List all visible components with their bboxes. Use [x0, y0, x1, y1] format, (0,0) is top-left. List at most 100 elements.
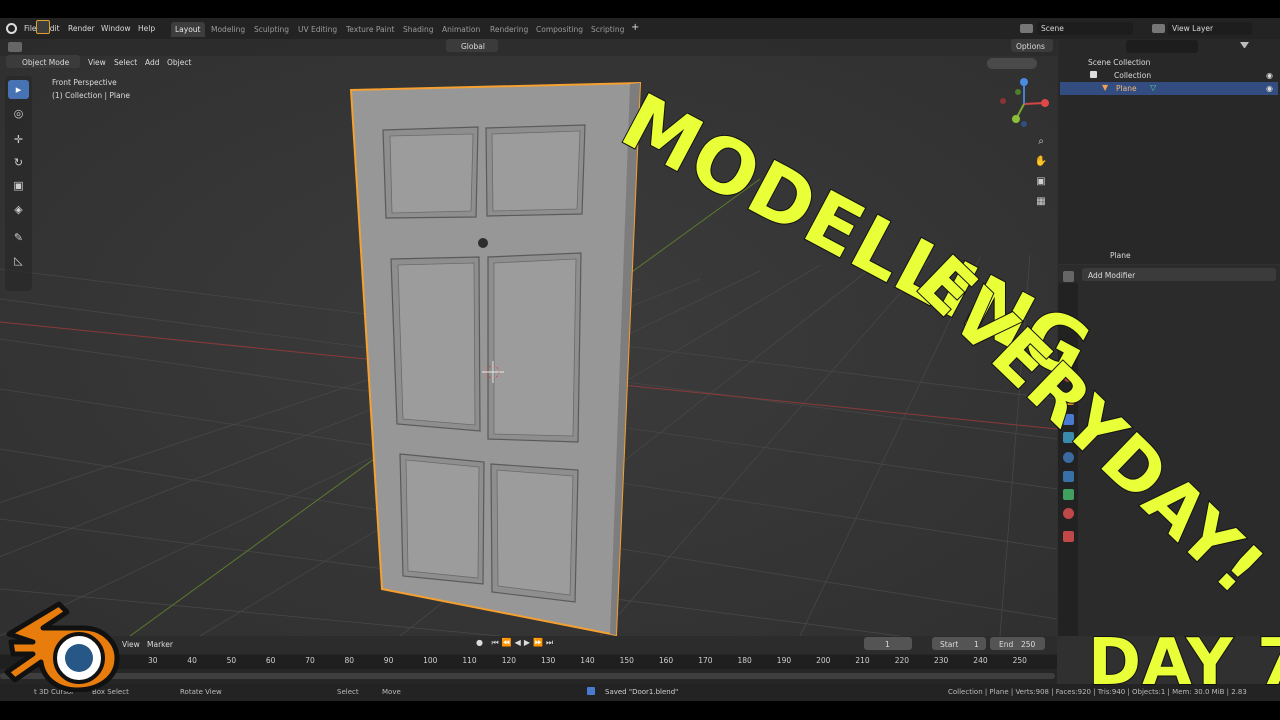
3d-viewport[interactable]	[0, 39, 1057, 636]
timeline-menu-marker[interactable]: Marker	[147, 640, 173, 649]
ruler-tick: 180	[737, 656, 752, 665]
collection-label: Collection	[1114, 71, 1152, 80]
move-tool[interactable]: ✛	[8, 130, 29, 149]
select-tool-icon[interactable]	[36, 20, 50, 34]
ruler-tick: 100	[423, 656, 438, 665]
end-label: End	[999, 640, 1014, 649]
ruler-tick: 70	[305, 656, 315, 665]
tool-props-icon[interactable]	[1063, 271, 1074, 282]
measure-tool[interactable]: ◺	[8, 251, 29, 270]
outliner-search[interactable]	[1126, 40, 1198, 53]
timeline-menu-view[interactable]: View	[122, 640, 140, 649]
top-menu-bar: File Edit Render Window Help Layout Mode…	[0, 18, 1280, 39]
checkbox-icon[interactable]	[1090, 71, 1097, 78]
status-saved-message: Saved "Door1.blend"	[605, 688, 679, 696]
menu-add[interactable]: Add	[145, 58, 160, 67]
annotate-tool[interactable]: ✎	[8, 228, 29, 247]
outliner-scene-collection[interactable]: Scene Collection	[1060, 56, 1278, 69]
tab-sculpting[interactable]: Sculpting	[250, 22, 293, 37]
filter-icon[interactable]	[1240, 42, 1249, 50]
mode-label: Object Mode	[22, 58, 70, 67]
start-label: Start	[940, 640, 959, 649]
ruler-tick: 150	[619, 656, 634, 665]
plane-label: Plane	[1116, 84, 1137, 93]
data-props-icon[interactable]	[1063, 489, 1074, 500]
ruler-tick: 130	[541, 656, 556, 665]
tab-rendering[interactable]: Rendering	[486, 22, 532, 37]
menu-file[interactable]: File	[24, 24, 37, 33]
pan-hand-icon[interactable]: ✋	[1033, 154, 1049, 170]
menu-render[interactable]: Render	[68, 24, 95, 33]
collection-path-label: (1) Collection | Plane	[52, 91, 130, 100]
start-value: 1	[974, 640, 979, 649]
ruler-tick: 230	[934, 656, 949, 665]
ruler-tick: 170	[698, 656, 713, 665]
ruler-tick: 220	[894, 656, 910, 665]
tab-animation[interactable]: Animation	[438, 22, 484, 37]
material-props-icon[interactable]	[1063, 508, 1074, 519]
scene-name: Scene	[1041, 24, 1064, 33]
mesh-data-icon: ▽	[1150, 83, 1157, 92]
outliner-collection[interactable]: Collection ◉	[1060, 69, 1278, 82]
viewport-scene	[0, 39, 1057, 636]
add-modifier-label: Add Modifier	[1088, 271, 1136, 280]
tab-uv-editing[interactable]: UV Editing	[294, 22, 341, 37]
ruler-tick: 110	[462, 656, 477, 665]
editor-type-icon[interactable]	[8, 42, 22, 52]
ruler-tick: 160	[658, 656, 674, 665]
current-frame-value: 1	[885, 640, 890, 649]
playback-controls[interactable]: ● ⏮⏪◀▶⏩⏭	[476, 638, 570, 650]
outliner-plane[interactable]: ▼ Plane ▽ ◉	[1060, 82, 1278, 95]
tool-shelf: ▸ ◎ ✛ ↻ ▣ ◈ ✎ ◺	[5, 76, 32, 291]
view-layer-icon[interactable]	[1152, 24, 1165, 33]
zoom-icon[interactable]: ⌕	[1033, 134, 1049, 150]
menu-select[interactable]: Select	[114, 58, 137, 67]
ruler-tick: 200	[816, 656, 831, 665]
ruler-tick: 120	[501, 656, 517, 665]
tab-texture-paint[interactable]: Texture Paint	[342, 22, 398, 37]
tab-shading[interactable]: Shading	[399, 22, 437, 37]
tab-modeling[interactable]: Modeling	[207, 22, 249, 37]
tab-compositing[interactable]: Compositing	[532, 22, 587, 37]
blender-logo-icon[interactable]	[6, 23, 17, 34]
status-rotate-view: Rotate View	[180, 688, 222, 696]
add-workspace-button[interactable]: +	[631, 22, 639, 33]
tab-scripting[interactable]: Scripting	[587, 22, 628, 37]
scene-icon[interactable]	[1020, 24, 1033, 33]
tab-layout[interactable]: Layout	[171, 22, 205, 37]
viewport-header	[0, 39, 1057, 56]
status-select: Select	[337, 688, 359, 696]
ruler-tick: 90	[383, 656, 394, 665]
shading-buttons[interactable]	[987, 58, 1037, 69]
select-box-tool[interactable]: ▸	[8, 80, 29, 99]
menu-object[interactable]: Object	[167, 58, 191, 67]
end-value: 250	[1021, 640, 1036, 649]
axis-gizmo[interactable]	[994, 74, 1054, 134]
ruler-tick: 80	[344, 656, 355, 665]
camera-icon[interactable]: ▣	[1033, 174, 1049, 190]
ruler-tick: 190	[776, 656, 792, 665]
view-layer-name: View Layer	[1172, 24, 1214, 33]
constraints-props-icon[interactable]	[1063, 471, 1074, 482]
menu-help[interactable]: Help	[138, 24, 155, 33]
ruler-tick: 240	[973, 656, 988, 665]
scale-tool[interactable]: ▣	[8, 176, 29, 195]
texture-props-icon[interactable]	[1063, 531, 1074, 542]
timeline-scrollbar[interactable]	[0, 673, 1055, 679]
ruler-tick: 50	[226, 656, 237, 665]
eye-icon[interactable]: ◉	[1266, 71, 1273, 80]
ruler-tick: 140	[580, 656, 595, 665]
grid-view-icon[interactable]: ▦	[1033, 194, 1049, 210]
rotate-tool[interactable]: ↻	[8, 153, 29, 172]
menu-view[interactable]: View	[88, 58, 106, 67]
ruler-tick: 60	[265, 656, 276, 665]
transform-tool[interactable]: ◈	[8, 200, 29, 219]
orientation-label: Global	[461, 42, 485, 51]
status-move: Move	[382, 688, 401, 696]
scene-collection-label: Scene Collection	[1088, 58, 1151, 67]
eye-icon[interactable]: ◉	[1266, 84, 1273, 93]
menu-window[interactable]: Window	[101, 24, 131, 33]
cursor-tool[interactable]: ◎	[8, 104, 29, 123]
mesh-object-icon: ▼	[1102, 83, 1109, 92]
door-model	[349, 81, 642, 636]
